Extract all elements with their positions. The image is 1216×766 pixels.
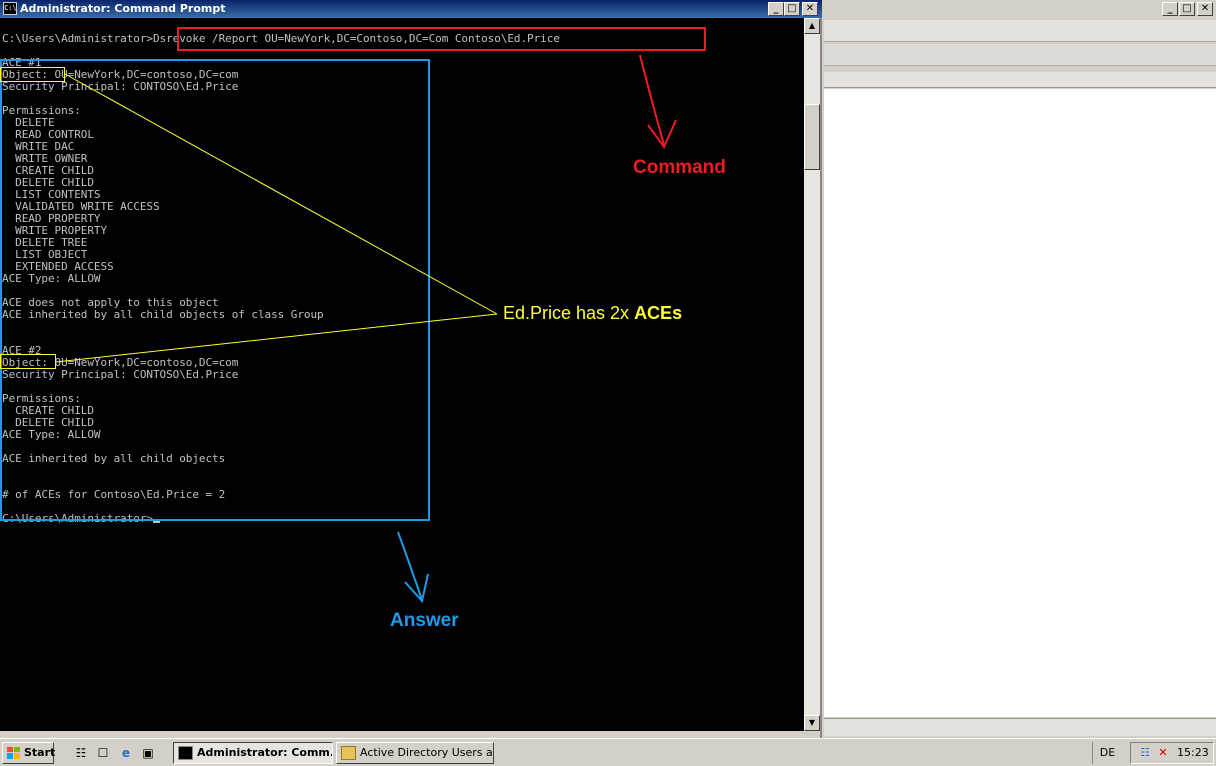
start-label: Start (24, 746, 56, 759)
show-desktop-icon[interactable]: ▣ (140, 745, 156, 761)
scroll-up-icon[interactable]: ▲ (804, 18, 820, 34)
ad-users-icon (341, 746, 356, 760)
ad-minimize-button[interactable]: _ (1162, 2, 1178, 16)
ad-menu-bar[interactable] (824, 20, 1216, 42)
minimize-button[interactable]: _ (768, 2, 784, 16)
active-directory-window[interactable]: _ □ ✕ (824, 0, 1216, 738)
console-cursor (152, 521, 160, 523)
ad-content-pane[interactable] (824, 89, 1216, 717)
taskbar: Start ☷ ☐ e ▣ Administrator: Comm... Act… (0, 738, 1216, 766)
answer-label: Answer (390, 610, 459, 631)
system-tray: ☷ ✕ 15:23 (1130, 742, 1214, 764)
server-manager-icon[interactable]: ☷ (73, 745, 89, 761)
cmd-icon (178, 746, 193, 760)
ad-toolbar[interactable] (824, 44, 1216, 66)
command-label: Command (633, 157, 726, 178)
network-icon[interactable]: ☷ (1137, 746, 1153, 760)
close-button[interactable]: ✕ (802, 2, 818, 16)
cmd-titlebar[interactable]: C:\ Administrator: Command Prompt _ □ ✕ (0, 0, 822, 18)
volume-muted-icon[interactable]: ✕ (1155, 746, 1171, 760)
ad-maximize-button[interactable]: □ (1179, 2, 1195, 16)
aces-label-bold: ACEs (634, 303, 683, 323)
taskbar-item-label: Administrator: Comm... (197, 746, 333, 759)
cmd-icon: C:\ (3, 2, 17, 15)
maximize-button[interactable]: □ (784, 2, 800, 16)
ad-titlebar[interactable]: _ □ ✕ (824, 0, 1216, 18)
language-indicator[interactable]: DE (1092, 742, 1122, 764)
computer-icon[interactable]: ☐ (95, 745, 111, 761)
start-button[interactable]: Start (2, 742, 56, 764)
ad-status-bar (824, 718, 1216, 736)
taskbar-item-ad-users[interactable]: Active Directory Users a... (336, 742, 494, 764)
scroll-down-icon[interactable]: ▼ (804, 715, 820, 731)
aces-label: Ed.Price has 2x ACEs (503, 303, 682, 324)
ad-close-button[interactable]: ✕ (1197, 2, 1213, 16)
scroll-thumb[interactable] (804, 104, 820, 170)
aces-label-prefix: Ed.Price has 2x (503, 303, 635, 323)
ad-column-header[interactable] (824, 72, 1216, 88)
windows-logo-icon (7, 747, 20, 759)
taskbar-item-cmd[interactable]: Administrator: Comm... (173, 742, 333, 764)
console-text: C:\Users\Administrator>Dsrevoke /Report … (2, 32, 560, 525)
clock[interactable]: 15:23 (1177, 743, 1209, 763)
taskbar-item-label: Active Directory Users a... (360, 746, 494, 759)
vertical-scrollbar[interactable]: ▲ ▼ (804, 18, 820, 731)
window-title: Administrator: Command Prompt (20, 2, 226, 15)
ie-icon[interactable]: e (118, 745, 134, 761)
